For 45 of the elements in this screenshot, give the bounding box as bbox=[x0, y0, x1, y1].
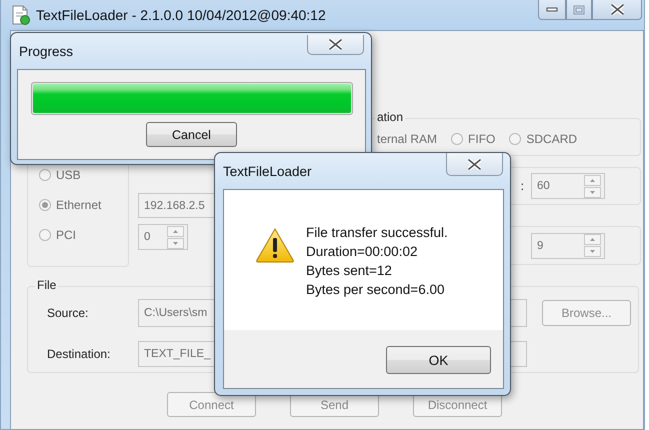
spinner-value: 60 bbox=[537, 180, 550, 192]
browse-button[interactable]: Browse... bbox=[542, 300, 631, 326]
spin-down-icon bbox=[584, 186, 601, 198]
minimize-button[interactable] bbox=[538, 0, 566, 20]
minimize-icon bbox=[546, 7, 558, 12]
group-label: File bbox=[35, 278, 58, 292]
field-label: Destination: bbox=[46, 347, 112, 361]
spinner-field[interactable]: 9 bbox=[531, 232, 605, 258]
app-icon bbox=[11, 5, 31, 25]
maximize-icon bbox=[573, 4, 585, 14]
field-label: : bbox=[520, 179, 524, 193]
message-text: Bytes per second=6.00 bbox=[306, 281, 446, 299]
spinner-value: 9 bbox=[537, 240, 544, 252]
spin-down-icon bbox=[167, 238, 184, 248]
close-button[interactable] bbox=[592, 0, 642, 20]
radio-button[interactable]: Ethernet bbox=[39, 198, 128, 212]
spinner-field[interactable]: 0 bbox=[138, 224, 188, 250]
field-label: Source: bbox=[46, 306, 90, 320]
close-button[interactable] bbox=[446, 153, 503, 176]
close-icon bbox=[610, 4, 624, 15]
message-text: File transfer successful. bbox=[306, 224, 448, 242]
group-label: ation bbox=[375, 110, 406, 124]
spin-up-icon bbox=[584, 234, 601, 245]
warning-icon bbox=[256, 227, 294, 263]
close-icon bbox=[468, 158, 481, 170]
radio-button[interactable]: FIFO bbox=[451, 132, 496, 146]
cancel-button[interactable]: Cancel bbox=[146, 122, 237, 147]
close-icon bbox=[329, 39, 342, 50]
spin-down-icon bbox=[584, 246, 601, 257]
spinner-field[interactable]: 60 bbox=[531, 173, 605, 199]
radio-label: ternal RAM bbox=[377, 132, 438, 146]
radio-button[interactable]: SDCARD bbox=[509, 132, 578, 146]
spin-up-icon bbox=[167, 226, 184, 236]
dialog-title: Progress bbox=[19, 44, 74, 59]
spinner-value: 0 bbox=[144, 231, 150, 243]
radio-button[interactable]: PCI bbox=[39, 228, 128, 242]
radio-button[interactable]: USB bbox=[39, 168, 128, 182]
window-title: TextFileLoader - 2.1.0.0 10/04/2012@09:40:12 bbox=[36, 7, 326, 23]
spin-up-icon bbox=[584, 174, 601, 186]
action-button[interactable]: Connect bbox=[167, 392, 256, 417]
dialog-title: TextFileLoader bbox=[223, 164, 312, 179]
ok-button[interactable]: OK bbox=[386, 346, 491, 374]
message-text: Bytes sent=12 bbox=[306, 262, 393, 280]
close-button[interactable] bbox=[307, 35, 364, 55]
message-text: Duration=00:00:02 bbox=[306, 243, 418, 261]
